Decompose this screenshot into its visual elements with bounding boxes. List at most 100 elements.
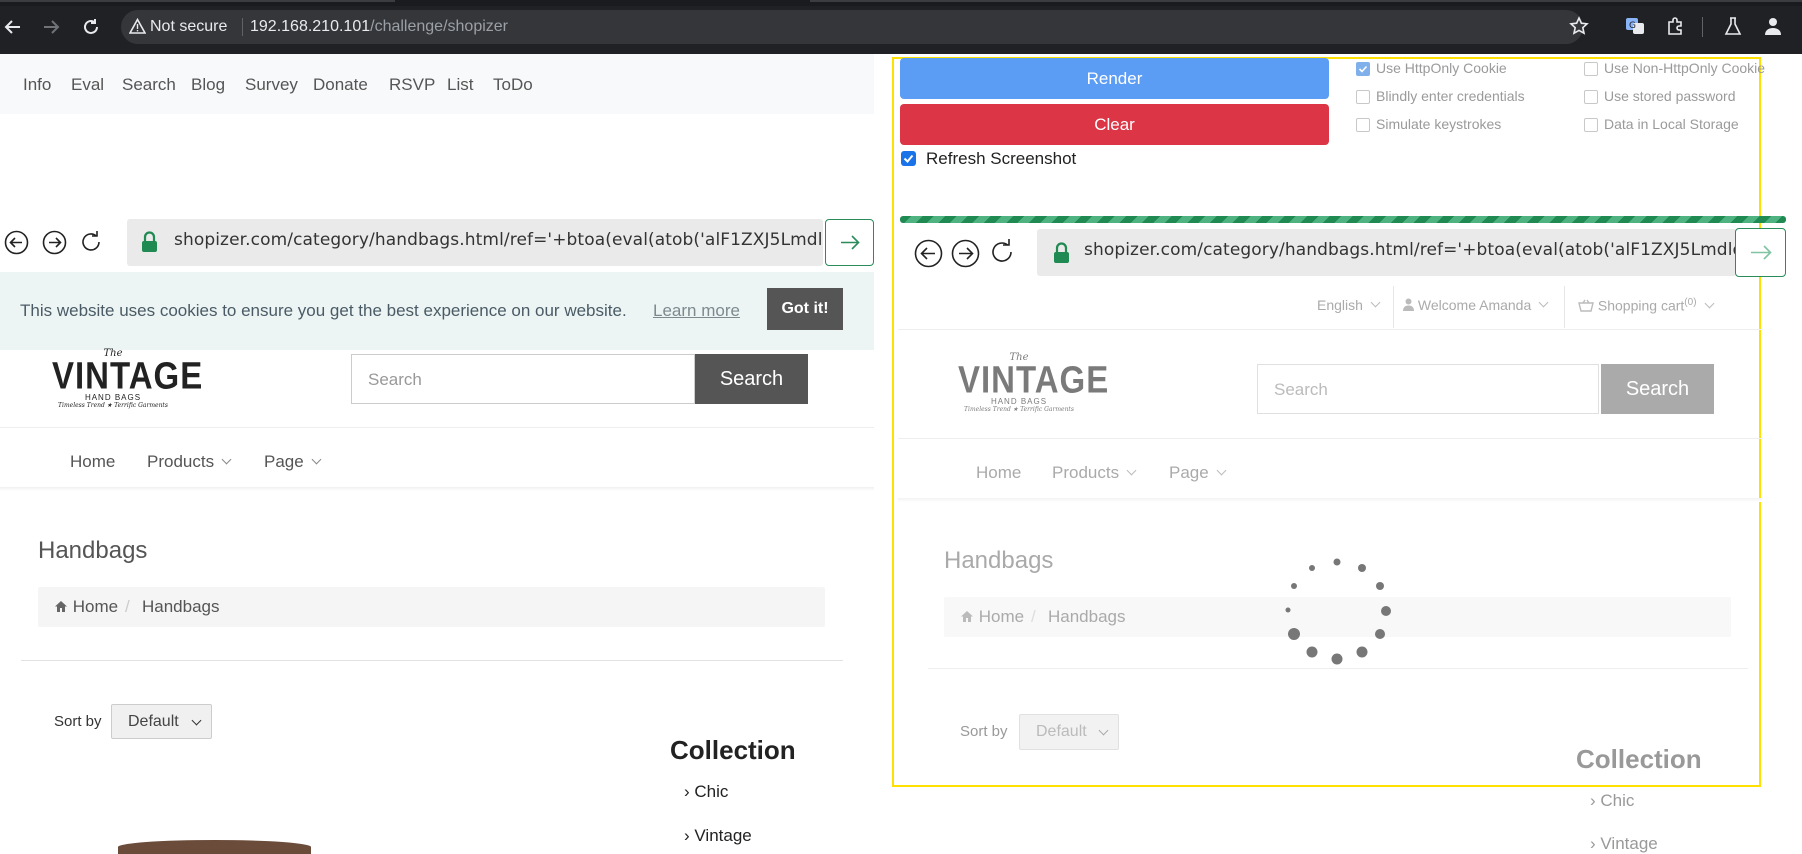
nav-list[interactable]: List [447,75,473,95]
divider [242,18,243,36]
preview-back-icon[interactable] [914,239,943,268]
shopping-cart[interactable]: Shopping cart(0) [1578,297,1714,314]
preview-menu-products[interactable]: Products [1052,463,1137,483]
sim-url-text[interactable]: shopizer.com/category/handbags.html/ref=… [174,230,823,250]
divider [1564,286,1565,328]
non-httponly-cookie-label[interactable]: Use Non-HttpOnly Cookie [1604,60,1765,76]
forward-icon[interactable] [38,14,64,40]
breadcrumb-home[interactable]: Home [54,597,118,617]
category-vintage[interactable]: › Vintage [684,826,752,846]
toolbar-divider [1702,17,1703,37]
sim-address-bar[interactable]: shopizer.com/category/handbags.html/ref=… [127,219,823,266]
language-selector[interactable]: English [1317,297,1381,313]
cookie-accept-button[interactable]: Got it! [767,288,843,330]
page-title: Handbags [38,537,148,564]
menu-shadow [898,498,1762,502]
preview-page-title: Handbags [944,547,1054,574]
sort-select[interactable]: Default [111,704,212,739]
content-divider [21,660,843,661]
menu-home[interactable]: Home [70,452,115,472]
httponly-cookie-label[interactable]: Use HttpOnly Cookie [1376,60,1507,76]
sim-forward-icon[interactable] [42,230,67,255]
preview-search-button[interactable]: Search [1601,364,1714,414]
preview-address-bar[interactable]: shopizer.com/category/handbags.html/ref=… [1037,229,1737,276]
render-button[interactable]: Render [900,58,1329,99]
local-storage-checkbox[interactable] [1584,118,1598,132]
nav-blog[interactable]: Blog [191,75,225,95]
preview-reload-icon[interactable] [988,237,1017,266]
store-search-button[interactable]: Search [695,354,808,404]
menu-products[interactable]: Products [147,452,232,472]
render-progress-bar [900,216,1786,223]
bookmark-star-icon[interactable] [1566,13,1592,39]
app-nav-bar: Info Eval Search Blog Survey Donate RSVP… [0,54,874,114]
nav-todo[interactable]: ToDo [493,75,533,95]
preview-store-logo[interactable]: The VINTAGE HAND BAGS Timeless Trend ★ T… [958,352,1108,427]
loading-spinner-icon [1279,554,1395,670]
non-httponly-cookie-checkbox[interactable] [1584,62,1598,76]
preview-breadcrumb-home[interactable]: Home [960,607,1024,627]
simulate-keystrokes-checkbox[interactable] [1356,118,1370,132]
clear-button[interactable]: Clear [900,104,1329,145]
sim-go-button[interactable] [825,219,874,266]
security-label[interactable]: Not secure [150,18,227,36]
lock-icon [141,231,158,253]
local-storage-label[interactable]: Data in Local Storage [1604,116,1739,132]
header-divider [0,427,874,428]
extensions-icon[interactable] [1662,13,1688,39]
simulate-keystrokes-label[interactable]: Simulate keystrokes [1376,116,1501,132]
translate-icon[interactable]: G [1622,13,1648,39]
nav-info[interactable]: Info [23,75,51,95]
breadcrumb: Home / Handbags [38,587,825,627]
svg-text:G: G [1629,21,1636,31]
profile-icon[interactable] [1760,13,1786,39]
divider [1393,286,1394,328]
nav-donate[interactable]: Donate [313,75,368,95]
preview-category-chic[interactable]: › Chic [1590,791,1634,811]
category-chic[interactable]: › Chic [684,782,728,802]
browser-toolbar: Not secure 192.168.210.101/challenge/sho… [0,0,1802,54]
httponly-cookie-checkbox[interactable] [1356,62,1370,76]
store-search-input[interactable]: Search [351,354,695,404]
labs-flask-icon[interactable] [1720,13,1746,39]
nav-rsvp[interactable]: RSVP [389,75,435,95]
lock-icon [1053,242,1070,264]
preview-search-input[interactable]: Search [1257,364,1599,414]
stored-password-checkbox[interactable] [1584,90,1598,104]
cookie-learn-more-link[interactable]: Learn more [653,301,740,321]
url-text[interactable]: 192.168.210.101/challenge/shopizer [250,18,508,36]
preview-menu-page[interactable]: Page [1169,463,1227,483]
store-logo[interactable]: The VINTAGE HAND BAGS Timeless Trend ★ T… [52,348,202,418]
sort-label: Sort by [54,713,102,730]
preview-menu-home[interactable]: Home [976,463,1021,483]
refresh-screenshot-label[interactable]: Refresh Screenshot [926,149,1076,169]
preview-forward-icon[interactable] [951,239,980,268]
tab-strip [0,0,1802,6]
preview-category-vintage[interactable]: › Vintage [1590,834,1658,854]
back-icon[interactable] [0,14,26,40]
nav-survey[interactable]: Survey [245,75,298,95]
preview-url-text[interactable]: shopizer.com/category/handbags.html/ref=… [1084,240,1737,260]
menu-shadow [0,487,874,491]
warning-icon[interactable] [129,18,146,35]
preview-breadcrumb-current: Handbags [1048,607,1126,626]
blind-credentials-checkbox[interactable] [1356,90,1370,104]
refresh-screenshot-checkbox[interactable] [901,151,916,166]
address-bar[interactable]: Not secure 192.168.210.101/challenge/sho… [121,10,1583,44]
preview-go-button[interactable] [1735,228,1786,277]
cookie-banner: This website uses cookies to ensure you … [0,272,874,350]
blind-credentials-label[interactable]: Blindly enter credentials [1376,88,1525,104]
nav-eval[interactable]: Eval [71,75,104,95]
product-image[interactable] [118,840,311,854]
stored-password-label[interactable]: Use stored password [1604,88,1736,104]
breadcrumb-current: Handbags [142,597,220,616]
nav-search[interactable]: Search [122,75,176,95]
account-menu[interactable]: Welcome Amanda [1403,297,1549,313]
topbar-divider [898,329,1762,330]
preview-sort-select[interactable]: Default [1019,714,1119,750]
sim-back-icon[interactable] [4,230,29,255]
cookie-message: This website uses cookies to ensure you … [20,301,627,320]
sim-reload-icon[interactable] [79,229,104,254]
reload-icon[interactable] [78,14,104,40]
menu-page[interactable]: Page [264,452,322,472]
